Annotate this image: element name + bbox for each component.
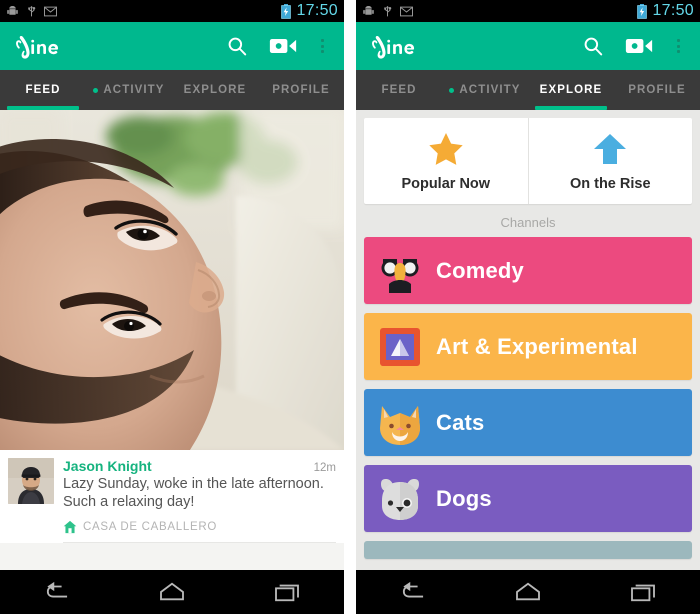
usb-icon: [384, 5, 392, 16]
feed-post: Jason Knight 12m Lazy Sunday, woke in th…: [0, 110, 344, 544]
on-the-rise-label: On the Rise: [569, 176, 651, 192]
back-button[interactable]: [25, 570, 89, 614]
android-nav-bar: [0, 570, 344, 614]
tab-activity-label: ACTIVITY: [459, 84, 521, 96]
phone-left-feed: 17:50 FEED ACTIVITY EXPLORE PROFILE Jaso…: [0, 0, 344, 614]
overflow-menu-icon[interactable]: [664, 24, 692, 68]
post-header: Jason Knight 12m: [63, 458, 336, 474]
action-bar: [356, 22, 700, 70]
tab-profile-label: PROFILE: [272, 84, 330, 96]
status-bar-left-icons: [362, 5, 413, 18]
status-bar-clock: 17:50: [652, 2, 694, 19]
post-caption: Lazy Sunday, woke in the late afternoon.…: [63, 476, 324, 511]
tab-profile-label: PROFILE: [628, 84, 686, 96]
channel-label: Dogs: [436, 485, 492, 511]
tab-activity-label: ACTIVITY: [103, 84, 165, 96]
android-nav-bar: [356, 570, 700, 614]
tab-profile[interactable]: PROFILE: [614, 70, 700, 110]
channel-label: Art & Experimental: [436, 333, 638, 359]
action-bar-buttons: [216, 24, 336, 68]
star-icon: [429, 133, 463, 165]
post-author[interactable]: Jason Knight: [63, 458, 152, 474]
gmail-icon: [44, 6, 57, 16]
record-video-icon[interactable]: [262, 24, 304, 68]
post-meta: Jason Knight 12m Lazy Sunday, woke in th…: [0, 450, 344, 544]
home-button[interactable]: [496, 570, 560, 614]
tab-feed-label: FEED: [381, 84, 417, 96]
channel-label: Cats: [436, 409, 485, 435]
record-video-icon[interactable]: [618, 24, 660, 68]
status-bar: 17:50: [0, 0, 344, 22]
channel-row-dogs[interactable]: Dogs: [364, 465, 692, 532]
tab-activity[interactable]: ACTIVITY: [442, 70, 528, 110]
channels-section-label: Channels: [500, 215, 556, 230]
activity-unread-dot: [449, 87, 455, 93]
search-icon[interactable]: [572, 24, 614, 68]
tab-activity[interactable]: ACTIVITY: [86, 70, 172, 110]
cat-face-icon: [374, 397, 426, 449]
on-the-rise-button[interactable]: On the Rise: [527, 118, 693, 204]
recents-button[interactable]: [611, 570, 675, 614]
post-text-block: Jason Knight 12m Lazy Sunday, woke in th…: [54, 458, 336, 544]
tab-explore[interactable]: EXPLORE: [528, 70, 614, 110]
home-button[interactable]: [140, 570, 204, 614]
tab-explore[interactable]: EXPLORE: [172, 70, 258, 110]
activity-unread-dot: [93, 87, 99, 93]
back-button[interactable]: [381, 570, 445, 614]
feed-list[interactable]: Jason Knight 12m Lazy Sunday, woke in th…: [0, 110, 344, 570]
tab-feed[interactable]: FEED: [356, 70, 442, 110]
dual-phone-screenshot: 17:50 FEED ACTIVITY EXPLORE PROFILE Jaso…: [0, 0, 700, 614]
tab-bar: FEED ACTIVITY EXPLORE PROFILE: [0, 70, 344, 110]
tab-profile[interactable]: PROFILE: [258, 70, 344, 110]
battery-charging-icon: [637, 3, 648, 19]
channel-row-partial[interactable]: [364, 541, 692, 559]
popular-now-button[interactable]: Popular Now: [364, 118, 528, 204]
tab-indicator: [534, 106, 608, 110]
action-bar: [0, 22, 344, 70]
tab-feed-label: FEED: [25, 84, 61, 96]
channel-row-art-experimental[interactable]: Art & Experimental: [364, 313, 692, 380]
gmail-icon: [400, 6, 413, 16]
dog-face-icon: [374, 473, 426, 525]
explore-list[interactable]: Popular Now On the Rise Channels Comedy …: [356, 110, 700, 570]
status-bar-right: 17:50: [637, 2, 694, 20]
tab-explore-label: EXPLORE: [183, 84, 247, 96]
post-location[interactable]: CASA DE CABALLERO: [63, 520, 336, 544]
search-icon[interactable]: [216, 24, 258, 68]
framed-painting-icon: [374, 321, 426, 373]
battery-charging-icon: [281, 3, 292, 19]
vine-logo[interactable]: [368, 29, 460, 63]
phone-right-explore: 17:50 FEED ACTIVITY EXPLORE PROFILE Popu…: [356, 0, 700, 614]
post-video-thumbnail[interactable]: [0, 110, 344, 450]
recents-button[interactable]: [255, 570, 319, 614]
action-bar-buttons: [572, 24, 692, 68]
post-timestamp: 12m: [313, 462, 336, 474]
tab-bar: FEED ACTIVITY EXPLORE PROFILE: [356, 70, 700, 110]
android-debug-icon: [363, 5, 374, 15]
popular-now-label: Popular Now: [401, 176, 491, 192]
status-bar-right: 17:50: [281, 2, 338, 20]
status-bar-left-icons: [6, 5, 57, 18]
tab-explore-label: EXPLORE: [539, 84, 603, 96]
quick-links-card: Popular Now On the Rise: [364, 118, 692, 204]
post-location-label: CASA DE CABALLERO: [83, 521, 217, 534]
usb-icon: [28, 5, 36, 16]
channel-row-comedy[interactable]: Comedy: [364, 237, 692, 304]
status-bar: 17:50: [356, 0, 700, 22]
channel-row-cats[interactable]: Cats: [364, 389, 692, 456]
channel-label: Comedy: [436, 257, 524, 283]
home-icon: [63, 521, 77, 534]
overflow-menu-icon[interactable]: [308, 24, 336, 68]
vine-logo[interactable]: [12, 29, 104, 63]
disguise-glasses-icon: [374, 245, 426, 297]
avatar[interactable]: [8, 458, 54, 504]
status-bar-clock: 17:50: [296, 2, 338, 19]
up-arrow-icon: [594, 134, 627, 164]
tab-feed[interactable]: FEED: [0, 70, 86, 110]
android-debug-icon: [7, 5, 18, 15]
